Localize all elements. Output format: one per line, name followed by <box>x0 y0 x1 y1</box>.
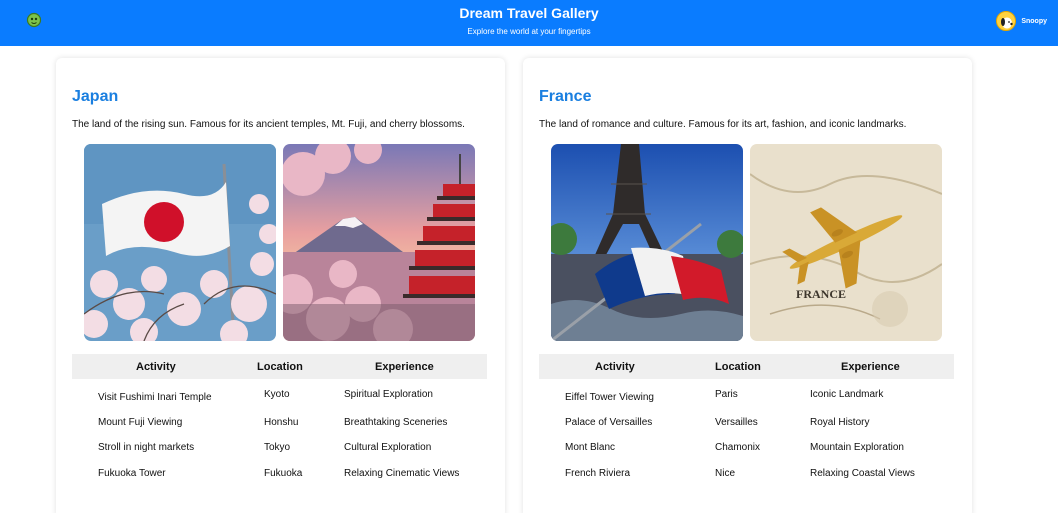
table-row: Eiffel Tower Viewing Paris Iconic Landma… <box>539 389 954 409</box>
table-row: French Riviera Nice Relaxing Coastal Vie… <box>539 468 954 488</box>
activity-cell: Stroll in night markets <box>98 442 195 453</box>
activities-table-header: Activity Location Experience <box>539 354 954 379</box>
eiffel-tower-flag-photo[interactable] <box>551 144 743 341</box>
card-description: The land of the rising sun. Famous for i… <box>72 119 465 130</box>
activity-cell: Palace of Versailles <box>565 417 653 428</box>
japan-flag-photo[interactable] <box>84 144 276 341</box>
user-name: Snoopy <box>1021 17 1047 25</box>
experience-cell: Royal History <box>810 417 870 428</box>
column-header-activity: Activity <box>136 361 176 373</box>
location-cell: Tokyo <box>264 442 291 453</box>
table-row: Mount Fuji Viewing Honshu Breathtaking S… <box>72 417 487 437</box>
table-row: Fukuoka Tower Fukuoka Relaxing Cinematic… <box>72 468 487 488</box>
card-title: Japan <box>72 88 119 105</box>
experience-cell: Relaxing Cinematic Views <box>344 468 460 479</box>
activity-cell: Eiffel Tower Viewing <box>565 392 654 403</box>
experience-cell: Breathtaking Sceneries <box>344 417 448 428</box>
location-cell: Honshu <box>264 417 299 428</box>
mount-fuji-pagoda-photo[interactable] <box>283 144 475 341</box>
activity-cell: Mount Fuji Viewing <box>98 417 183 428</box>
page-title: Dream Travel Gallery <box>459 5 599 21</box>
experience-cell: Cultural Exploration <box>344 442 432 453</box>
avatar <box>996 11 1017 31</box>
location-cell: Fukuoka <box>264 468 303 479</box>
experience-cell: Spiritual Exploration <box>344 389 433 400</box>
column-header-location: Location <box>257 361 303 373</box>
france-map-airplane-photo[interactable]: FRANCE <box>750 144 942 341</box>
destination-card-japan: Japan The land of the rising sun. Famous… <box>56 58 505 513</box>
experience-cell: Mountain Exploration <box>810 442 904 453</box>
location-cell: Paris <box>715 389 738 400</box>
table-row: Stroll in night markets Tokyo Cultural E… <box>72 442 487 462</box>
location-cell: Chamonix <box>715 442 761 453</box>
map-country-label: FRANCE <box>796 287 846 301</box>
location-cell: Kyoto <box>264 389 290 400</box>
table-row: Mont Blanc Chamonix Mountain Exploration <box>539 442 954 462</box>
column-header-experience: Experience <box>375 361 434 373</box>
card-description: The land of romance and culture. Famous … <box>539 119 907 130</box>
table-row: Palace of Versailles Versailles Royal Hi… <box>539 417 954 437</box>
activity-cell: Fukuoka Tower <box>98 468 166 479</box>
app-header: Dream Travel Gallery Explore the world a… <box>0 0 1058 46</box>
location-cell: Nice <box>715 468 736 479</box>
location-cell: Versailles <box>715 417 758 428</box>
experience-cell: Relaxing Coastal Views <box>810 468 915 479</box>
activities-table-header: Activity Location Experience <box>72 354 487 379</box>
activity-cell: Visit Fushimi Inari Temple <box>98 392 212 403</box>
column-header-location: Location <box>715 361 761 373</box>
user-menu[interactable]: Snoopy <box>996 11 1047 31</box>
experience-cell: Iconic Landmark <box>810 389 884 400</box>
card-title: France <box>539 88 592 105</box>
destination-card-france: France The land of romance and culture. … <box>523 58 972 513</box>
activity-cell: Mont Blanc <box>565 442 616 453</box>
page-subtitle: Explore the world at your fingertips <box>467 27 591 36</box>
column-header-experience: Experience <box>841 361 900 373</box>
table-row: Visit Fushimi Inari Temple Kyoto Spiritu… <box>72 389 487 409</box>
column-header-activity: Activity <box>595 361 635 373</box>
activity-cell: French Riviera <box>565 468 631 479</box>
